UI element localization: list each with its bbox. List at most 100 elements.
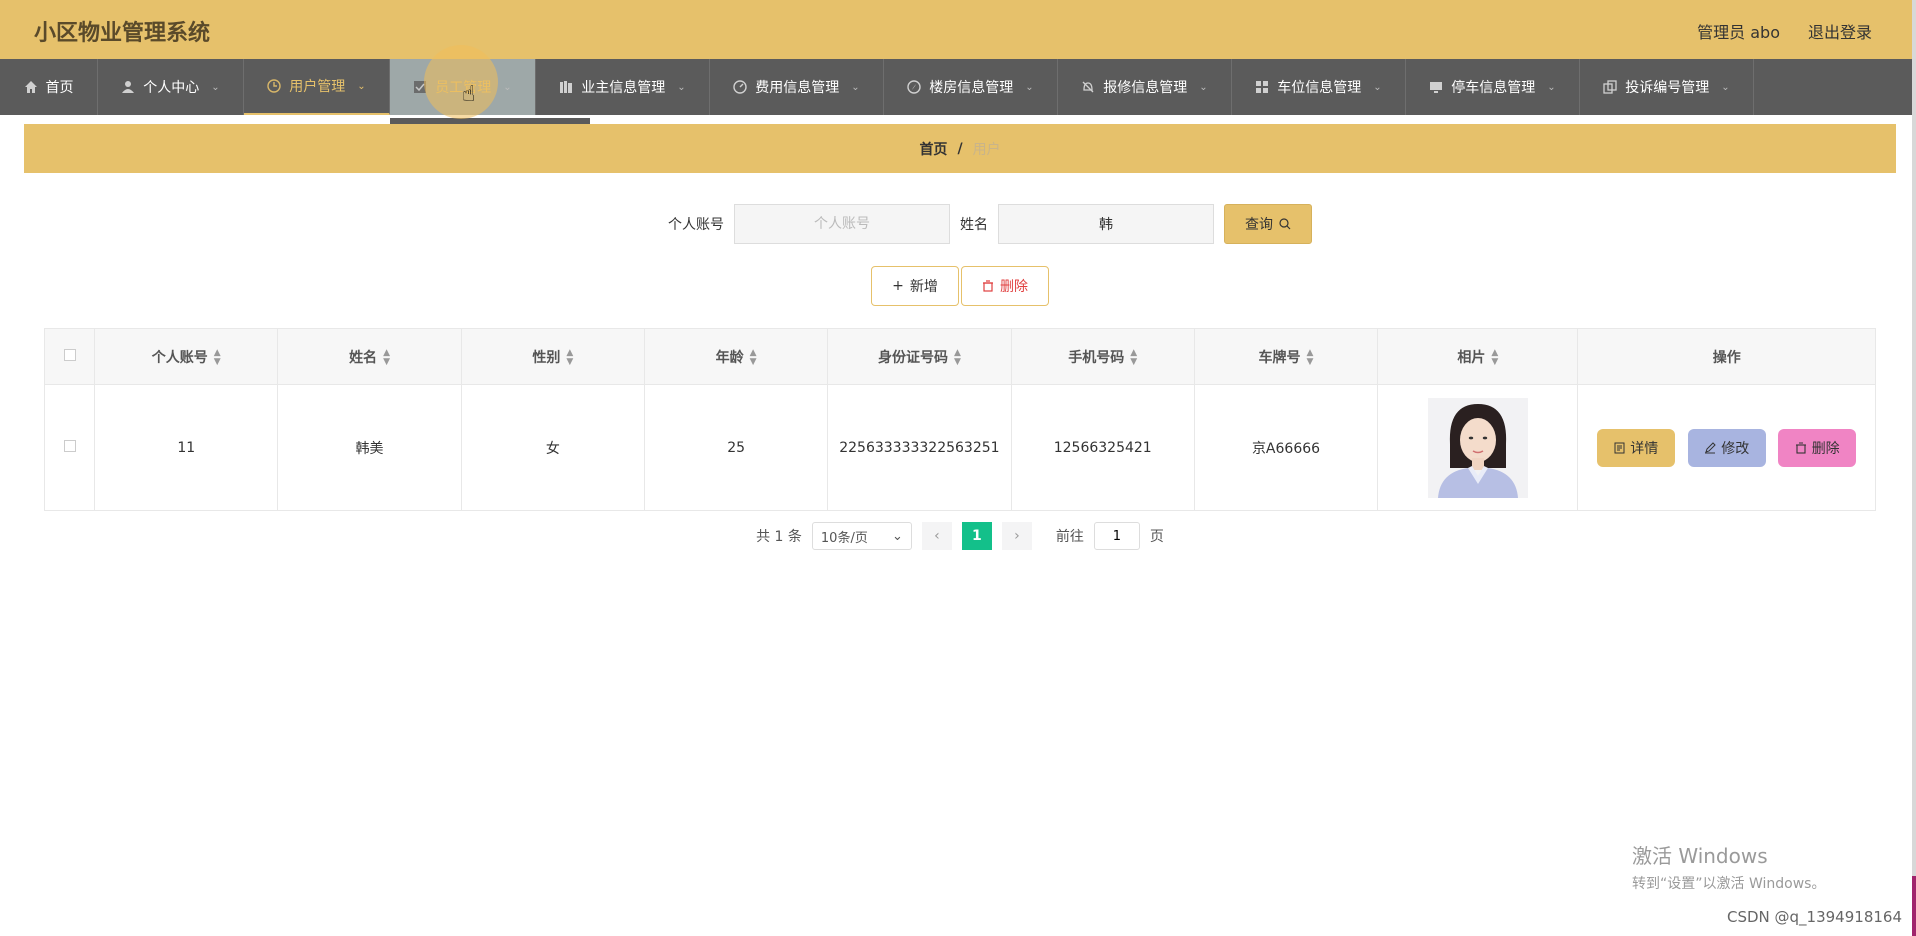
cell-plate: 京A66666: [1193, 384, 1379, 511]
nav-label-home: 首页: [45, 80, 74, 96]
goto-label: 前往: [1055, 529, 1084, 545]
logout-link[interactable]: 退出登录: [1808, 19, 1872, 43]
compass-icon: [907, 80, 921, 94]
breadcrumb-home[interactable]: 首页: [919, 139, 947, 159]
nav-label-owner-management: 业主信息管理: [581, 80, 666, 96]
header-photo: 相片: [1457, 349, 1486, 366]
query-button-label: 查询: [1245, 217, 1273, 233]
select-all-checkbox[interactable]: [63, 348, 76, 361]
goto-page-input[interactable]: [1093, 522, 1140, 550]
column-header[interactable]: 性别 ▲ ▼: [460, 328, 645, 385]
chevron-down-icon: ⌄: [503, 81, 512, 93]
pencil-icon: [1705, 441, 1716, 453]
delete-button-label: 删除: [1811, 440, 1840, 457]
nav-label-staff-management: 员工管理: [435, 80, 492, 96]
column-header[interactable]: 相片 ▲ ▼: [1377, 328, 1579, 385]
header-gender: 性别: [532, 349, 561, 366]
cell-phone: 12566325421: [1010, 384, 1195, 511]
delete-button[interactable]: 删除: [1778, 428, 1857, 467]
next-page-button[interactable]: ›: [1001, 522, 1032, 550]
name-label: 姓名: [960, 217, 988, 233]
sort-icon: ▲ ▼: [1306, 347, 1314, 367]
edit-button[interactable]: 修改: [1687, 428, 1766, 467]
add-button[interactable]: + 新增: [871, 266, 959, 306]
plus-icon: +: [892, 278, 904, 294]
nav-item-staff-management[interactable]: 员工管理 ⌄: [390, 59, 536, 115]
detail-button[interactable]: 详情: [1597, 428, 1676, 467]
query-button[interactable]: 查询: [1224, 204, 1312, 244]
app-title: 小区物业管理系统: [34, 21, 211, 46]
search-icon: [1279, 218, 1291, 230]
clock-icon: [267, 79, 281, 93]
copy-icon: [1603, 80, 1617, 94]
nav-item-home[interactable]: 首页: [0, 59, 98, 115]
prev-page-button[interactable]: ‹: [921, 522, 952, 550]
column-header[interactable]: 个人账号 ▲ ▼: [94, 328, 279, 385]
header-age: 年龄: [715, 349, 744, 366]
detail-button-label: 详情: [1630, 440, 1659, 457]
windows-activation-watermark: 激活 Windows 转到“设置”以激活 Windows。: [1632, 840, 1825, 893]
nav-item-user-management[interactable]: 用户管理 ⌄: [244, 59, 390, 115]
monitor-icon: [1430, 82, 1443, 93]
chevron-down-icon: ⌄: [851, 81, 860, 93]
cell-operations: 详情 修改 删除: [1577, 384, 1876, 511]
page-suffix: 页: [1149, 529, 1164, 545]
account-search-input[interactable]: [734, 204, 950, 244]
column-header[interactable]: 车牌号 ▲ ▼: [1193, 328, 1379, 385]
header-operations: 操作: [1712, 349, 1741, 366]
select-all-header: [43, 328, 96, 385]
nav-label-building-management: 楼房信息管理: [929, 80, 1014, 96]
chevron-down-icon: ⌄: [1721, 81, 1730, 93]
column-header: 操作: [1577, 328, 1876, 385]
user-photo[interactable]: [1427, 397, 1528, 498]
chevron-left-icon: ‹: [934, 528, 940, 544]
nav-item-fee-management[interactable]: 费用信息管理 ⌄: [710, 59, 884, 115]
chevron-down-icon: ⌄: [211, 81, 220, 93]
nav-label-parking-management: 停车信息管理: [1451, 80, 1536, 96]
nav-label-user-management: 用户管理: [289, 79, 346, 95]
nav-label-complaint-management: 投诉编号管理: [1625, 80, 1710, 96]
document-icon: [1614, 442, 1625, 453]
table-row: 11 韩美 女 25 225633333322563251 1256632542…: [43, 384, 1876, 511]
cell-age: 25: [643, 384, 829, 511]
nav-item-personal-center[interactable]: 个人中心 ⌄: [98, 59, 244, 115]
batch-delete-button[interactable]: 删除: [961, 266, 1049, 306]
user-icon: [122, 81, 135, 93]
header-id-number: 身份证号码: [877, 349, 948, 366]
nav-item-parking-space-management[interactable]: 车位信息管理 ⌄: [1232, 59, 1406, 115]
page-size-select[interactable]: 10条/页 ⌄: [811, 522, 912, 550]
column-header[interactable]: 年龄 ▲ ▼: [643, 328, 829, 385]
sort-icon: ▲ ▼: [566, 347, 574, 367]
nav-item-owner-management[interactable]: 业主信息管理 ⌄: [536, 59, 710, 115]
user-area: 管理员 abo 退出登录: [1697, 19, 1872, 43]
name-search-input[interactable]: [998, 204, 1214, 244]
nav-item-parking-management[interactable]: 停车信息管理 ⌄: [1406, 59, 1580, 115]
chevron-down-icon: ⌄: [892, 528, 903, 544]
grid-icon: [1256, 81, 1269, 93]
row-checkbox[interactable]: [63, 439, 76, 452]
watermark-subtitle: 转到“设置”以激活 Windows。: [1632, 876, 1826, 892]
admin-user-label[interactable]: 管理员 abo: [1697, 19, 1780, 43]
user-table: 个人账号 ▲ ▼ 姓名 ▲ ▼ 性别 ▲ ▼ 年龄 ▲ ▼ 身份证号码 ▲ ▼ 手机号码 ▲ ▼ 车牌号…: [43, 328, 1876, 511]
gauge-icon: [733, 80, 747, 94]
column-header[interactable]: 身份证号码 ▲ ▼: [827, 328, 1012, 385]
add-button-label: 新增: [909, 279, 938, 295]
nav-item-repair-management[interactable]: 报修信息管理 ⌄: [1058, 59, 1232, 115]
current-page-button[interactable]: 1: [961, 522, 992, 550]
chevron-down-icon: ⌄: [1199, 81, 1208, 93]
cell-photo: [1377, 384, 1579, 511]
header-plate: 车牌号: [1258, 349, 1301, 366]
sort-icon: ▲ ▼: [1491, 347, 1499, 367]
nav-item-complaint-management[interactable]: 投诉编号管理 ⌄: [1580, 59, 1754, 115]
column-header[interactable]: 姓名 ▲ ▼: [277, 328, 462, 385]
trash-icon: [1795, 441, 1806, 454]
sort-icon: ▲ ▼: [1130, 347, 1138, 367]
bell-off-icon: [1082, 81, 1094, 93]
column-header[interactable]: 手机号码 ▲ ▼: [1010, 328, 1195, 385]
cell-id-number: 225633333322563251: [827, 384, 1012, 511]
nav-label-fee-management: 费用信息管理: [755, 80, 840, 96]
nav-item-building-management[interactable]: 楼房信息管理 ⌄: [884, 59, 1058, 115]
header-name: 姓名: [349, 349, 378, 366]
edit-button-label: 修改: [1721, 440, 1750, 457]
action-buttons: + 新增 删除: [24, 266, 1896, 306]
